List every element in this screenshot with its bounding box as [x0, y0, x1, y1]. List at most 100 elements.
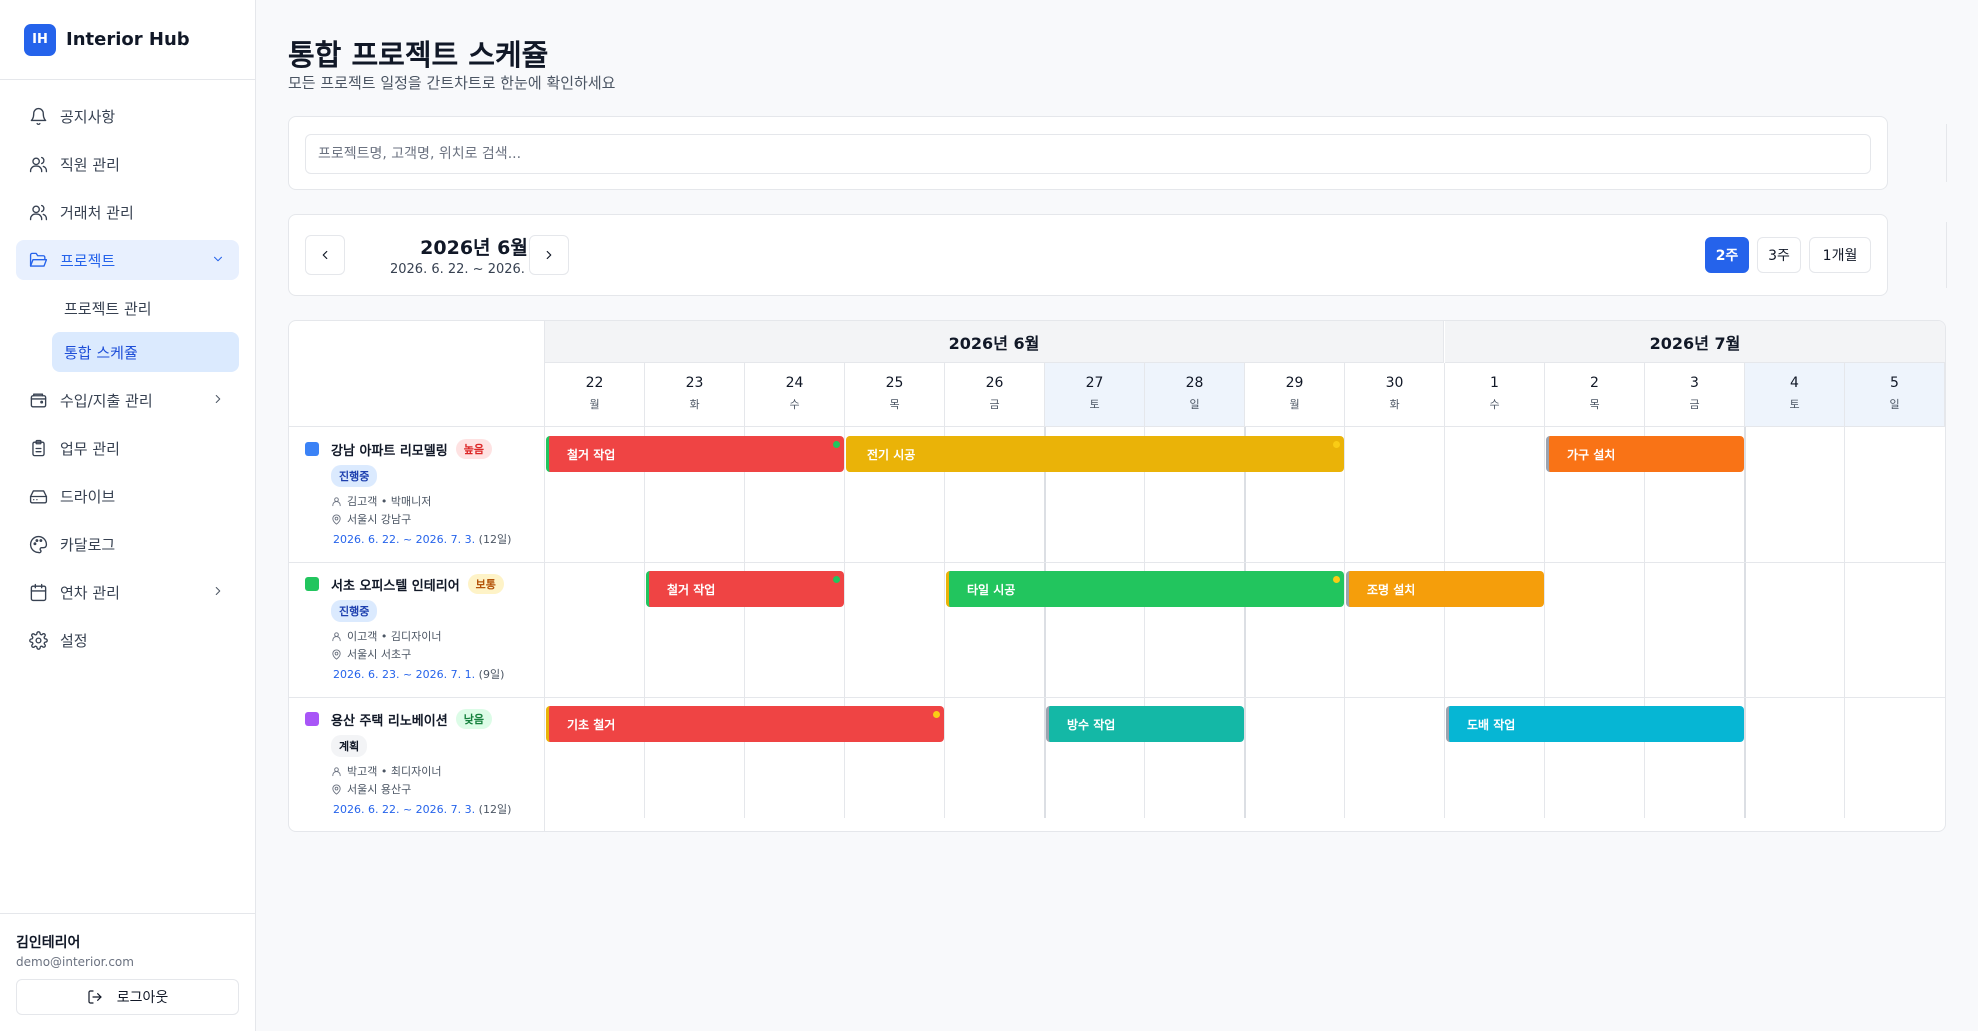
day-header-cell: 26 금 [945, 363, 1045, 427]
range-option-button[interactable]: 2주 [1705, 237, 1749, 273]
prev-period-button[interactable] [305, 235, 345, 275]
task-bar[interactable]: 철거 작업 [546, 436, 844, 472]
sidebar-item-label: 공지사항 [60, 107, 116, 126]
task-bar[interactable]: 도배 작업 [1446, 706, 1744, 742]
day-number: 29 [1285, 375, 1304, 391]
location-text: 서울시 용산구 [347, 783, 412, 796]
logout-button[interactable]: 로그아웃 [16, 979, 239, 1015]
user-panel: 김인테리어 demo@interior.com 로그아웃 [0, 913, 256, 1031]
project-info[interactable]: 서초 오피스텔 인테리어 보통 진행중 이고객 • 김디자이너 서울시 서초구 2026.… [289, 562, 545, 697]
project-header: 서초 오피스텔 인테리어 보통 [305, 574, 504, 594]
next-period-button[interactable] [529, 235, 569, 275]
sidebar-item[interactable]: 프로젝트 [16, 240, 239, 280]
header-spacer [289, 321, 545, 427]
sidebar-item[interactable]: 공지사항 [16, 96, 239, 136]
sidebar-item[interactable]: 설정 [16, 620, 239, 660]
sidebar: IH Interior Hub 공지사항직원 관리거래처 관리프로젝트프로젝트 … [0, 0, 256, 1031]
people-text: 김고객 • 박매니저 [347, 495, 432, 508]
priority-badge: 보통 [467, 574, 504, 594]
users-icon [28, 154, 48, 174]
sidebar-item[interactable]: 업무 관리 [16, 428, 239, 468]
task-bar[interactable]: 타일 시공 [946, 571, 1344, 607]
day-number: 27 [1085, 375, 1104, 391]
sidebar-item[interactable]: 수입/지출 관리 [16, 380, 239, 420]
project-date-range: 2026. 6. 22. ~ 2026. 7. 3. (12일) [333, 803, 512, 816]
day-header-cell: 30 화 [1345, 363, 1445, 427]
user-icon [332, 766, 341, 776]
task-bar[interactable]: 전기 시공 [846, 436, 1344, 472]
day-weekday: 금 [1689, 398, 1700, 411]
sidebar-item[interactable]: 드라이브 [16, 476, 239, 516]
brand[interactable]: IH Interior Hub [0, 0, 255, 80]
task-label: 철거 작업 [567, 447, 616, 462]
day-number: 4 [1790, 375, 1799, 391]
task-bar[interactable]: 가구 설치 [1546, 436, 1744, 472]
chevron-down-icon [211, 252, 225, 266]
grid-line [1644, 427, 1645, 818]
sidebar-item[interactable]: 거래처 관리 [16, 192, 239, 232]
project-header: 강남 아파트 리모델링 높음 [305, 439, 492, 459]
day-weekday: 목 [1589, 398, 1600, 411]
project-location: 서울시 용산구 [331, 781, 411, 797]
range-option-button[interactable]: 1개월 [1809, 237, 1871, 273]
people-text: 박고객 • 최디자이너 [347, 765, 442, 778]
task-bar[interactable]: 철거 작업 [646, 571, 844, 607]
task-label: 도배 작업 [1467, 717, 1516, 732]
users-icon [28, 202, 48, 222]
logout-icon [88, 990, 102, 1004]
range-option-button[interactable]: 3주 [1757, 237, 1801, 273]
location-text: 서울시 서초구 [347, 648, 412, 661]
grid-line [644, 427, 645, 818]
project-people: 김고객 • 박매니저 [331, 493, 431, 509]
sidebar-item-label: 거래처 관리 [60, 203, 134, 222]
task-label: 기초 철거 [567, 717, 616, 732]
search-input[interactable] [305, 134, 1871, 174]
day-number: 23 [685, 375, 704, 391]
grid-line [1544, 427, 1545, 818]
sidebar-item-label: 연차 관리 [60, 583, 120, 602]
bell-icon [28, 106, 48, 126]
sidebar-item-label: 직원 관리 [60, 155, 120, 174]
map-pin-icon [332, 783, 341, 795]
task-bar[interactable]: 기초 철거 [546, 706, 944, 742]
task-bar[interactable]: 방수 작업 [1046, 706, 1244, 742]
sidebar-item-label: 프로젝트 [60, 251, 116, 270]
user-name: 김인테리어 [16, 935, 81, 951]
day-weekday: 화 [689, 398, 700, 411]
clipboard-icon [28, 438, 48, 458]
day-number: 24 [785, 375, 804, 391]
project-people: 이고객 • 김디자이너 [331, 628, 441, 644]
day-number: 2 [1590, 375, 1599, 391]
divider [1946, 222, 1947, 288]
submenu-item[interactable]: 통합 스케쥴 [52, 332, 239, 372]
sidebar-item-label: 설정 [60, 631, 88, 650]
project-duration: (12일) [478, 533, 512, 546]
grid-line [1144, 427, 1145, 818]
task-label: 조명 설치 [1367, 582, 1416, 597]
grid-line [744, 427, 745, 818]
submenu-item[interactable]: 프로젝트 관리 [52, 288, 239, 328]
project-info[interactable]: 강남 아파트 리모델링 높음 진행중 김고객 • 박매니저 서울시 강남구 2026. 6… [289, 427, 545, 562]
project-people: 박고객 • 최디자이너 [331, 763, 441, 779]
grid-line [1244, 427, 1246, 818]
sidebar-item[interactable]: 직원 관리 [16, 144, 239, 184]
calendar-icon [28, 582, 48, 602]
day-number: 26 [985, 375, 1004, 391]
location-text: 서울시 강남구 [347, 513, 412, 526]
project-info[interactable]: 용산 주택 리노베이션 낮음 계획 박고객 • 최디자이너 서울시 용산구 2026. 6… [289, 697, 545, 831]
grid-line [944, 427, 945, 818]
brand-name: Interior Hub [66, 29, 190, 50]
day-weekday: 월 [589, 398, 600, 411]
project-name: 용산 주택 리노베이션 [331, 713, 448, 729]
page-title: 통합 프로젝트 스케쥴 [288, 38, 549, 72]
day-weekday: 수 [789, 398, 800, 411]
day-number: 3 [1690, 375, 1699, 391]
sidebar-nav: 공지사항직원 관리거래처 관리프로젝트프로젝트 관리 통합 스케쥴수입/지출 관리… [0, 80, 255, 660]
sidebar-item[interactable]: 연차 관리 [16, 572, 239, 612]
task-label: 전기 시공 [867, 447, 916, 462]
sidebar-item[interactable]: 카달로그 [16, 524, 239, 564]
sidebar-item-label: 업무 관리 [60, 439, 120, 458]
task-bar[interactable]: 조명 설치 [1346, 571, 1544, 607]
day-header-cell: 27 토 [1045, 363, 1145, 427]
page-subtitle: 모든 프로젝트 일정을 간트차트로 한눈에 확인하세요 [288, 74, 616, 92]
